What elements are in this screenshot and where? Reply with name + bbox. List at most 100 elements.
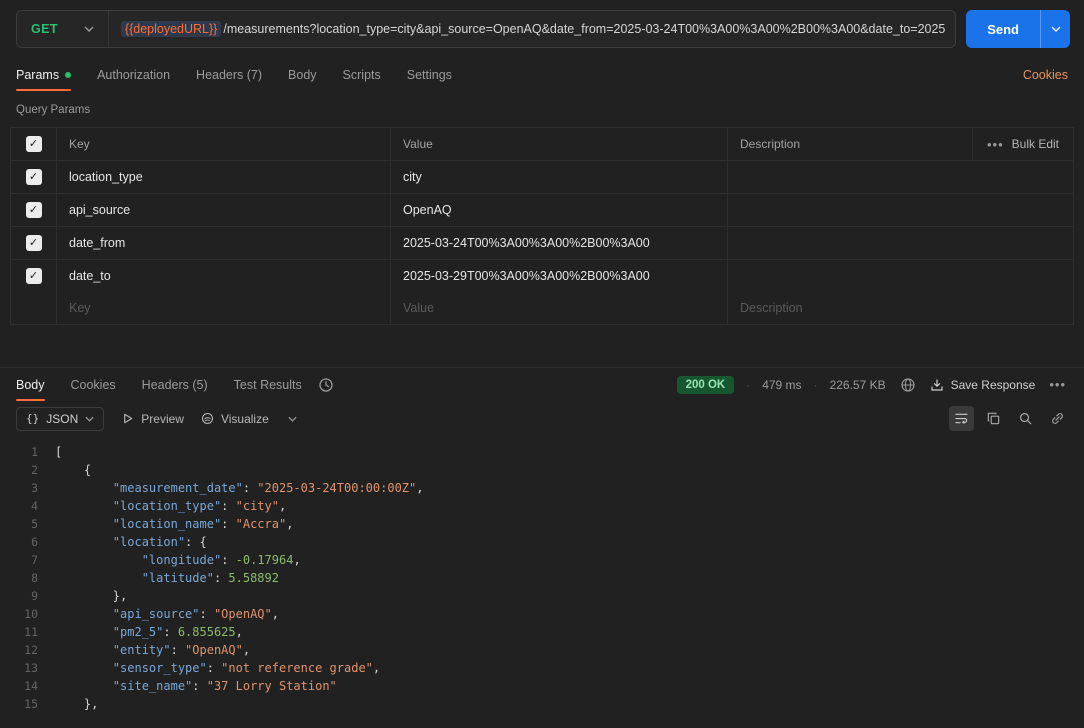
param-key-cell[interactable]: date_from [56, 227, 390, 259]
chevron-down-icon [85, 416, 94, 422]
line-number: 5 [0, 515, 38, 533]
response-tab-test-results[interactable]: Test Results [234, 368, 302, 401]
meta-separator: · [746, 378, 750, 392]
request-tabs: Params Authorization Headers (7) Body Script… [16, 58, 452, 91]
param-checkbox[interactable] [26, 235, 42, 251]
code-text: }, [38, 587, 127, 605]
param-value-cell[interactable]: OpenAQ [390, 194, 727, 226]
send-options-button[interactable] [1040, 10, 1070, 48]
request-tab-headers-7[interactable]: Headers (7) [196, 58, 262, 91]
code-line: 3 "measurement_date": "2025-03-24T00:00:… [0, 479, 1084, 497]
param-description-cell[interactable] [727, 194, 1073, 226]
response-tab-headers-5[interactable]: Headers (5) [142, 368, 208, 401]
param-value-cell[interactable]: 2025-03-24T00%3A00%3A00%2B00%3A00 [390, 227, 727, 259]
param-value-cell[interactable]: 2025-03-29T00%3A00%3A00%2B00%3A00 [390, 260, 727, 292]
network-info-button[interactable] [898, 375, 918, 395]
braces-icon: {} [26, 412, 39, 425]
tab-label: Cookies [71, 378, 116, 392]
chevron-down-icon [1051, 26, 1061, 32]
param-value-cell[interactable]: city [390, 161, 727, 193]
param-description-cell[interactable] [727, 161, 1073, 193]
send-button[interactable]: Send [966, 10, 1040, 48]
code-text: "pm2_5": 6.855625, [38, 623, 243, 641]
param-checkbox[interactable] [26, 268, 42, 284]
param-key-cell[interactable]: date_to [56, 260, 390, 292]
link-button[interactable] [1045, 406, 1070, 431]
tab-label: Headers (5) [142, 378, 208, 392]
response-tab-cookies[interactable]: Cookies [71, 368, 116, 401]
param-description-cell[interactable] [727, 260, 1073, 292]
param-key-cell[interactable]: api_source [56, 194, 390, 226]
save-response-button[interactable]: Save Response [930, 378, 1036, 392]
save-response-label: Save Response [951, 378, 1036, 392]
visualize-label: Visualize [221, 412, 269, 426]
param-row: date_to2025-03-29T00%3A00%3A00%2B00%3A00 [11, 260, 1073, 292]
bulk-edit-button[interactable]: ••• Bulk Edit [972, 128, 1073, 160]
response-tabs: Body Cookies Headers (5) Test Results [16, 368, 302, 401]
param-checkbox[interactable] [26, 202, 42, 218]
code-text: "location_type": "city", [38, 497, 286, 515]
visualize-button[interactable]: Visualize [201, 412, 269, 426]
chevron-down-icon [84, 26, 94, 32]
more-options-icon: ••• [1049, 378, 1066, 391]
code-line: 13 "sensor_type": "not reference grade", [0, 659, 1084, 677]
line-number: 1 [0, 443, 38, 461]
line-number: 2 [0, 461, 38, 479]
format-dropdown[interactable]: {} JSON [16, 407, 104, 431]
line-number: 11 [0, 623, 38, 641]
response-toolbar: {} JSON Preview Visualize [0, 401, 1084, 436]
code-text: "api_source": "OpenAQ", [38, 605, 279, 623]
key-column-header: Key [56, 128, 390, 160]
link-icon [1050, 411, 1065, 426]
code-line: 4 "location_type": "city", [0, 497, 1084, 515]
request-tab-params[interactable]: Params [16, 58, 71, 91]
code-text: }, [38, 695, 98, 713]
copy-button[interactable] [981, 406, 1006, 431]
bulk-edit-label: Bulk Edit [1012, 137, 1059, 151]
param-checkbox-cell [11, 194, 56, 226]
format-label: JSON [46, 412, 78, 426]
request-tab-settings[interactable]: Settings [407, 58, 452, 91]
param-description-input[interactable]: Description [727, 292, 1073, 324]
code-text: [ [38, 443, 62, 461]
method-dropdown[interactable]: GET [17, 11, 108, 47]
wrap-text-button[interactable] [949, 406, 974, 431]
tab-label: Body [288, 68, 317, 82]
code-lines: 1[2 {3 "measurement_date": "2025-03-24T0… [0, 443, 1084, 713]
url-input[interactable]: {{deployedURL}} /measurements?location_t… [108, 11, 955, 47]
tab-label: Body [16, 378, 45, 392]
code-text: "longitude": -0.17964, [38, 551, 301, 569]
meta-separator: · [814, 378, 818, 392]
line-number: 6 [0, 533, 38, 551]
request-tab-scripts[interactable]: Scripts [343, 58, 381, 91]
chevron-down-icon [288, 416, 297, 422]
preview-label: Preview [141, 412, 184, 426]
param-key-input[interactable]: Key [56, 292, 390, 324]
params-active-dot [65, 72, 71, 78]
search-button[interactable] [1013, 406, 1038, 431]
line-number: 10 [0, 605, 38, 623]
request-tab-body[interactable]: Body [288, 58, 317, 91]
cookies-link[interactable]: Cookies [1023, 68, 1068, 82]
request-tab-authorization[interactable]: Authorization [97, 58, 170, 91]
code-text: "sensor_type": "not reference grade", [38, 659, 380, 677]
globe-icon [900, 377, 916, 393]
code-text: { [38, 461, 91, 479]
code-line: 10 "api_source": "OpenAQ", [0, 605, 1084, 623]
param-value-input[interactable]: Value [390, 292, 727, 324]
play-icon [121, 412, 134, 425]
param-description-cell[interactable] [727, 227, 1073, 259]
response-tab-body[interactable]: Body [16, 368, 45, 401]
response-body-viewer[interactable]: 1[2 {3 "measurement_date": "2025-03-24T0… [0, 436, 1084, 728]
history-button[interactable] [318, 377, 334, 393]
select-all-checkbox[interactable] [26, 136, 42, 152]
param-checkbox-cell [11, 260, 56, 292]
response-meta: 200 OK · 479 ms · 226.57 KB Save Respons… [677, 375, 1068, 395]
search-icon [1018, 411, 1033, 426]
param-checkbox[interactable] [26, 169, 42, 185]
preview-button[interactable]: Preview [121, 412, 184, 426]
visualize-options-button[interactable] [286, 414, 299, 424]
response-more-options-button[interactable]: ••• [1047, 376, 1068, 393]
param-key-cell[interactable]: location_type [56, 161, 390, 193]
line-number: 13 [0, 659, 38, 677]
